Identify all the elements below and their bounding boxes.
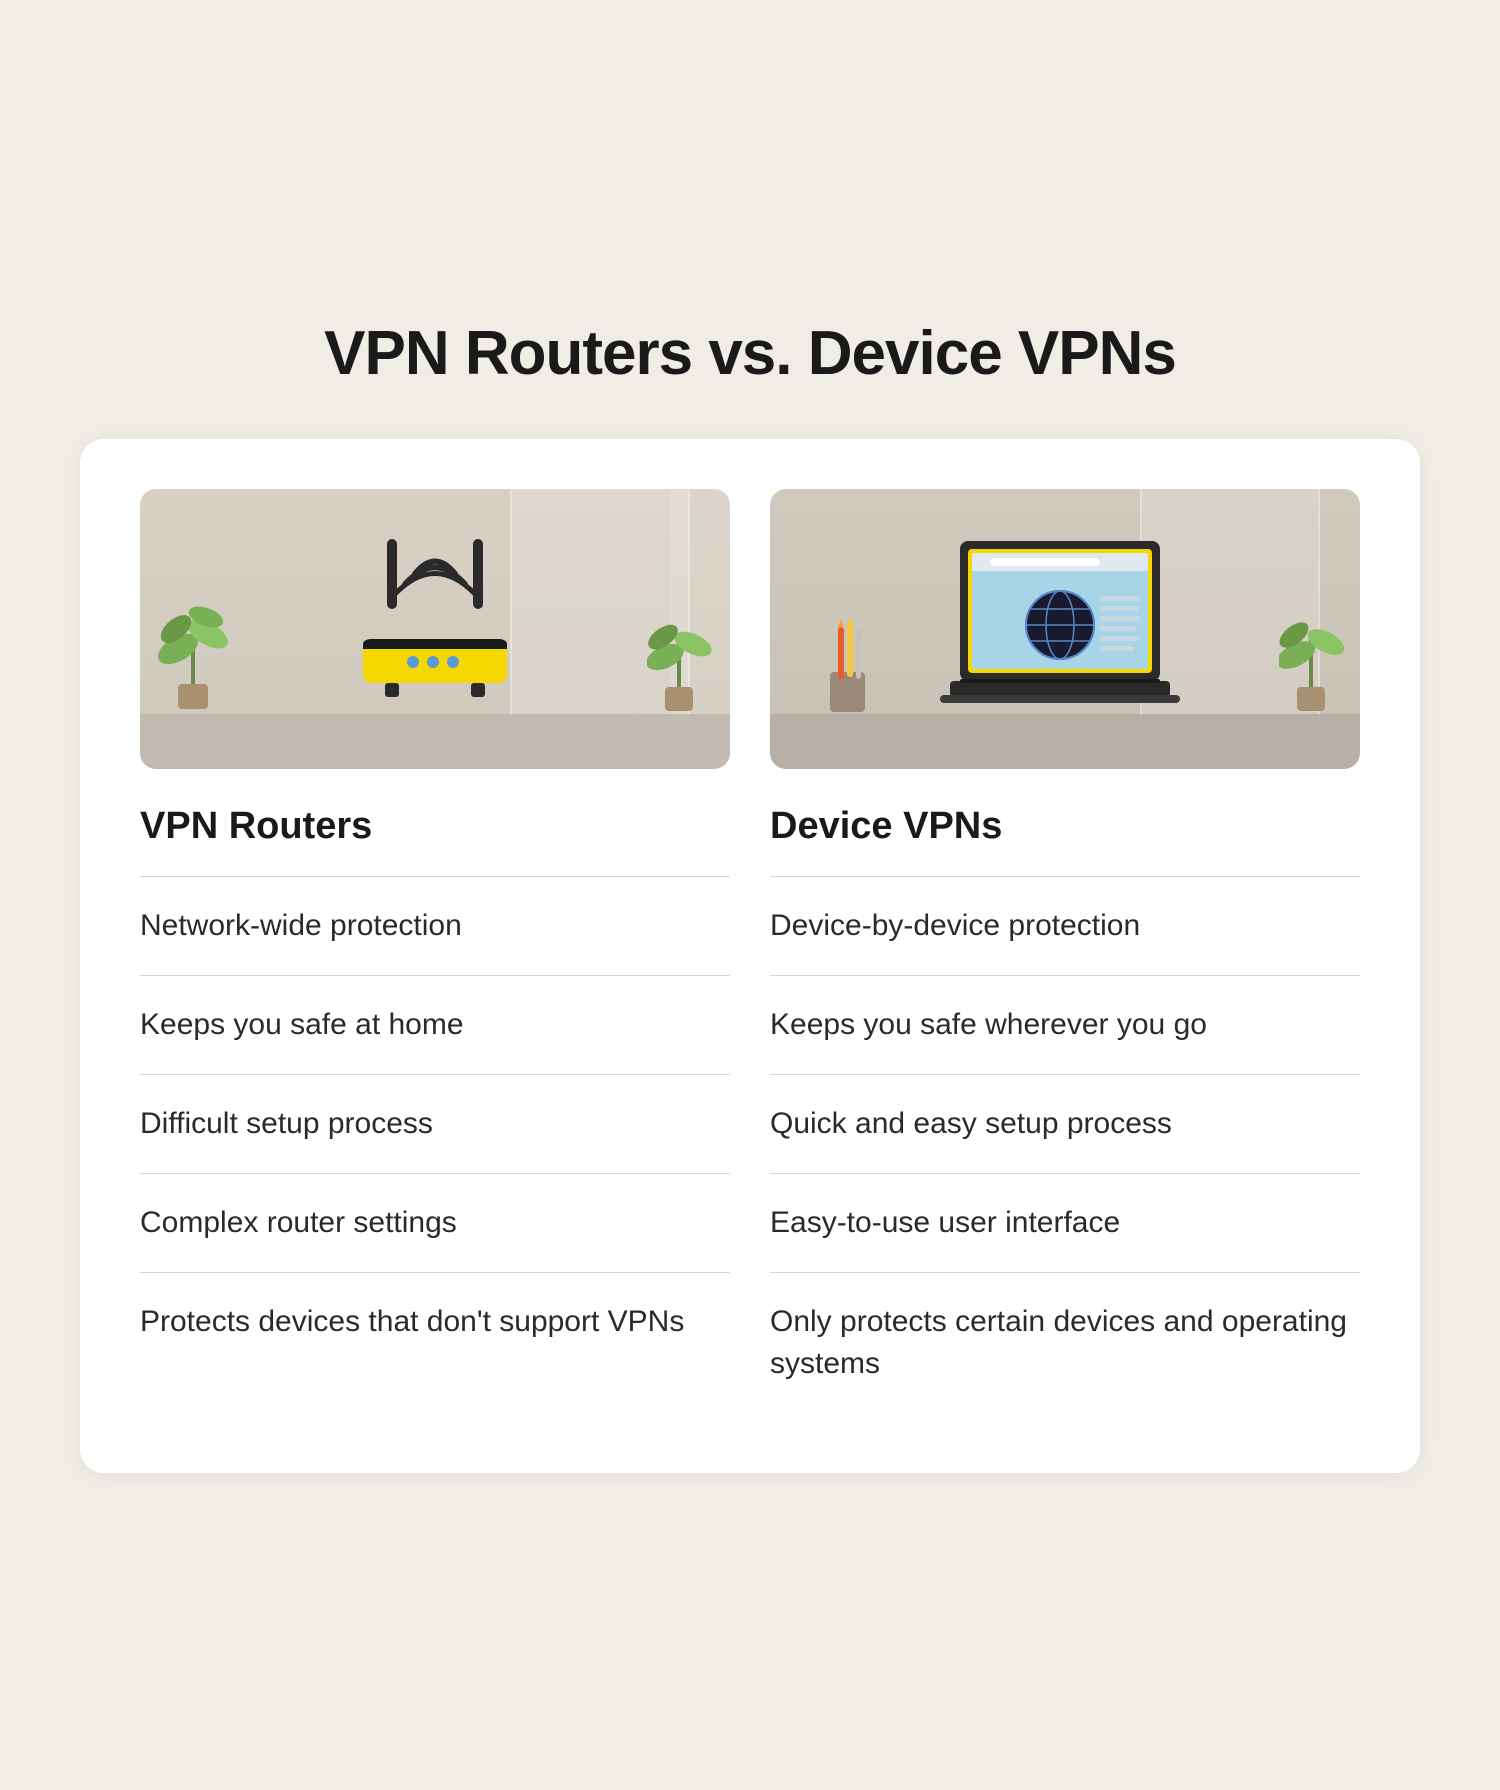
column-vpn-routers: VPN Routers Network-wide protection Keep… [140, 489, 730, 1413]
divider-v-0 [770, 876, 1360, 877]
plant-left-icon [158, 569, 228, 719]
pencil-cup-icon [820, 617, 875, 717]
router-feature-2: Difficult setup process [140, 1103, 730, 1145]
divider-v-3 [770, 1173, 1360, 1174]
router-illustration [140, 489, 730, 769]
vpn-feature-3: Easy-to-use user interface [770, 1202, 1360, 1244]
router-feature-3: Complex router settings [140, 1202, 730, 1244]
comparison-card: VPN Routers Network-wide protection Keep… [80, 439, 1420, 1473]
router-feature-4: Protects devices that don't support VPNs [140, 1301, 730, 1343]
vpn-feature-1: Keeps you safe wherever you go [770, 1004, 1360, 1046]
divider-r-2 [140, 1074, 730, 1075]
router-icon [325, 529, 545, 729]
laptop-icon [940, 531, 1180, 726]
routers-heading: VPN Routers [140, 805, 730, 848]
divider-r-1 [140, 975, 730, 976]
divider-r-4 [140, 1272, 730, 1273]
plant-right-icon [647, 579, 712, 719]
plant-laptop-right-icon [1279, 579, 1344, 719]
divider-r-3 [140, 1173, 730, 1174]
router-feature-0: Network-wide protection [140, 905, 730, 947]
divider-v-4 [770, 1272, 1360, 1273]
divider-r-0 [140, 876, 730, 877]
column-device-vpns: Device VPNs Device-by-device protection … [770, 489, 1360, 1413]
laptop-illustration [770, 489, 1360, 769]
divider-v-1 [770, 975, 1360, 976]
page-wrapper: VPN Routers vs. Device VPNs [80, 318, 1420, 1473]
vpn-feature-4: Only protects certain devices and operat… [770, 1301, 1360, 1385]
router-feature-1: Keeps you safe at home [140, 1004, 730, 1046]
page-title: VPN Routers vs. Device VPNs [324, 318, 1176, 389]
vpn-feature-2: Quick and easy setup process [770, 1103, 1360, 1145]
vpns-heading: Device VPNs [770, 805, 1360, 848]
columns-grid: VPN Routers Network-wide protection Keep… [140, 489, 1360, 1413]
divider-v-2 [770, 1074, 1360, 1075]
vpn-feature-0: Device-by-device protection [770, 905, 1360, 947]
